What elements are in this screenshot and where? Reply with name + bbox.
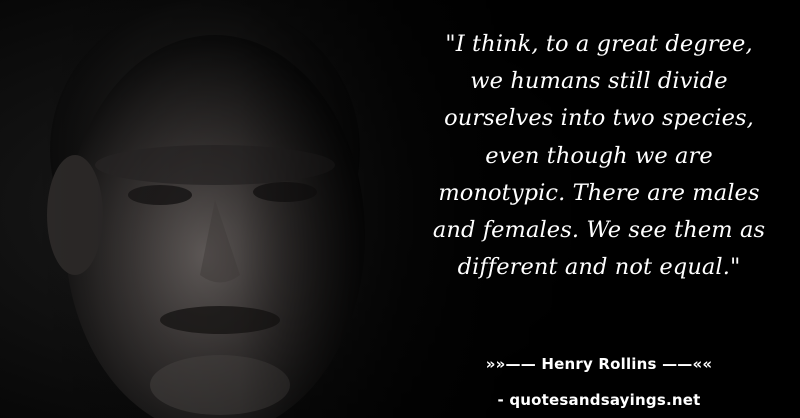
quote-line: we humans still divide: [470, 68, 728, 95]
quote-line: even though we are: [485, 142, 713, 169]
quote-line: monotypic. There are males: [438, 179, 760, 206]
quote-text: "I think, to a great degree, we humans s…: [418, 26, 780, 286]
quote-line: "I think, to a great degree,: [445, 31, 753, 57]
author-attribution: »»—— Henry Rollins ——««: [485, 355, 713, 373]
quote-block: "I think, to a great degree, we humans s…: [418, 26, 780, 286]
quote-line: and females. We see them as: [432, 217, 766, 244]
quote-line: different and not equal.": [457, 254, 741, 281]
source-credit: - quotesandsayings.net: [497, 391, 701, 409]
quote-card: "I think, to a great degree, we humans s…: [0, 0, 800, 418]
quote-line: ourselves into two species,: [444, 105, 754, 132]
